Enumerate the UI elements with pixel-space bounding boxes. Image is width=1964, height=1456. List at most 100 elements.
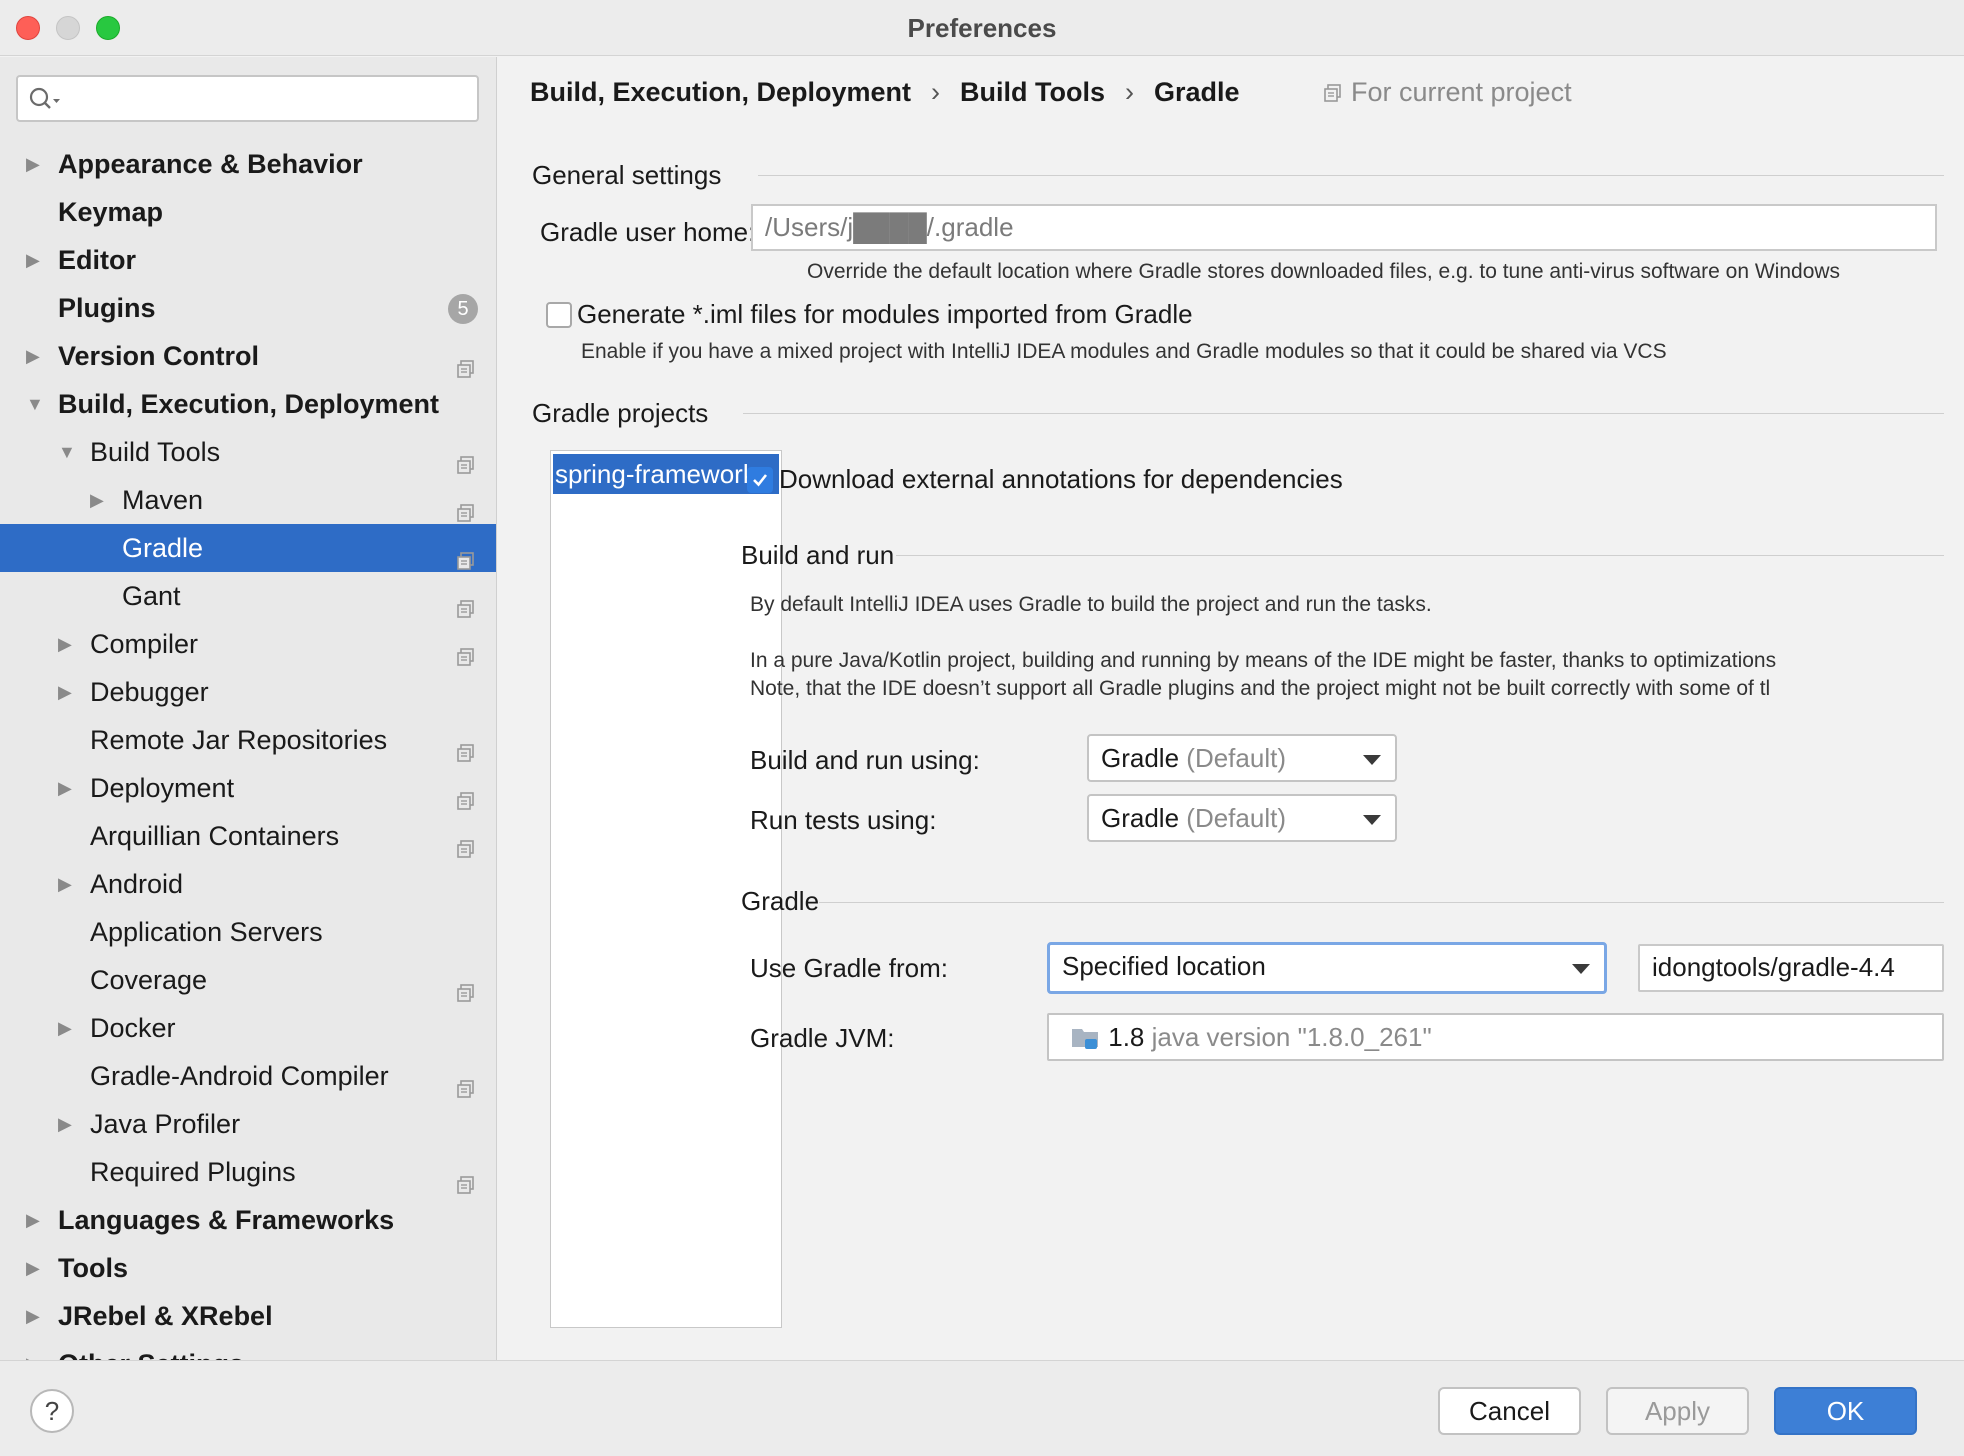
sidebar-item-languages-frameworks[interactable]: ▶ Languages & Frameworks [0, 1196, 496, 1244]
general-settings-title: General settings [532, 160, 722, 190]
build-run-using-label: Build and run using: [750, 745, 980, 775]
sidebar-item-jrebel-xrebel[interactable]: ▶ JRebel & XRebel [0, 1292, 496, 1340]
sidebar-item-debugger[interactable]: ▶ Debugger [0, 668, 496, 716]
settings-content: Build, Execution, Deployment › Build Tools… [498, 57, 1964, 1360]
expand-arrow-icon[interactable]: ▶ [58, 668, 78, 716]
project-scope-icon [456, 826, 476, 858]
sidebar-item-java-profiler[interactable]: ▶ Java Profiler [0, 1100, 496, 1148]
sidebar-item-remote-jar-repositories[interactable]: Remote Jar Repositories [0, 716, 496, 764]
sidebar-item-label: Coverage [90, 965, 208, 995]
gradle-jvm-detail: java version "1.8.0_261" [1151, 1022, 1432, 1052]
project-scope-icon [456, 586, 476, 618]
settings-search[interactable] [16, 75, 479, 122]
section-divider [743, 413, 1944, 414]
expand-arrow-icon[interactable]: ▶ [58, 1004, 78, 1052]
chevron-down-icon [1363, 815, 1381, 825]
build-run-using-default: (Default) [1186, 743, 1286, 773]
sidebar-item-label: Keymap [58, 197, 164, 227]
expand-arrow-icon[interactable]: ▶ [26, 1340, 46, 1360]
project-scope-icon [456, 634, 476, 666]
gradle-user-home-field[interactable]: /Users/j████/.gradle [751, 204, 1937, 251]
expand-arrow-icon[interactable]: ▶ [26, 140, 46, 188]
cancel-button[interactable]: Cancel [1438, 1387, 1581, 1435]
sidebar-item-gradle[interactable]: Gradle [0, 524, 496, 572]
sidebar-item-label: Android [90, 869, 184, 899]
sidebar-item-build-execution-deployment[interactable]: ▼ Build, Execution, Deployment [0, 380, 496, 428]
sidebar-item-label: Other Settings [58, 1340, 244, 1360]
download-annotations-label[interactable]: Download external annotations for depend… [779, 464, 1343, 495]
sidebar-item-appearance-behavior[interactable]: ▶ Appearance & Behavior [0, 140, 496, 188]
sidebar-item-label: Maven [122, 485, 204, 515]
breadcrumb-separator-icon: › [1125, 77, 1135, 107]
expand-arrow-icon[interactable]: ▶ [58, 860, 78, 908]
update-count-badge: 5 [448, 294, 478, 324]
sidebar-item-gant[interactable]: Gant [0, 572, 496, 620]
sidebar-item-version-control[interactable]: ▶ Version Control [0, 332, 496, 380]
expand-arrow-icon[interactable]: ▶ [26, 236, 46, 284]
apply-button[interactable]: Apply [1606, 1387, 1749, 1435]
breadcrumb-item[interactable]: Build, Execution, Deployment [530, 72, 911, 112]
sidebar-item-android[interactable]: ▶ Android [0, 860, 496, 908]
help-button[interactable]: ? [30, 1389, 74, 1433]
run-tests-using-value: Gradle [1101, 803, 1180, 833]
scope-label: For current project [1351, 77, 1572, 107]
generate-iml-label[interactable]: Generate *.iml files for modules importe… [577, 299, 1193, 330]
sidebar-item-plugins[interactable]: Plugins 5 [0, 284, 496, 332]
ok-button[interactable]: OK [1774, 1387, 1917, 1435]
sidebar-item-label: Appearance & Behavior [58, 149, 363, 179]
settings-sidebar: ▶ Appearance & Behavior Keymap ▶ Editor Plugi… [0, 57, 497, 1360]
sidebar-item-build-tools[interactable]: ▼ Build Tools [0, 428, 496, 476]
sidebar-item-compiler[interactable]: ▶ Compiler [0, 620, 496, 668]
gradle-location-field[interactable]: idongtools/gradle-4.4 [1638, 944, 1944, 992]
sidebar-item-tools[interactable]: ▶ Tools [0, 1244, 496, 1292]
sidebar-item-editor[interactable]: ▶ Editor [0, 236, 496, 284]
window-title: Preferences [907, 13, 1057, 43]
checkmark-icon [753, 474, 768, 487]
sidebar-item-other-settings[interactable]: ▶ Other Settings [0, 1340, 496, 1360]
collapse-arrow-icon[interactable]: ▼ [26, 380, 46, 428]
gradle-projects-title: Gradle projects [532, 398, 709, 428]
sidebar-item-coverage[interactable]: Coverage [0, 956, 496, 1004]
chevron-down-icon [1363, 755, 1381, 765]
expand-arrow-icon[interactable]: ▶ [26, 332, 46, 380]
collapse-arrow-icon[interactable]: ▼ [58, 428, 78, 476]
sidebar-item-label: Languages & Frameworks [58, 1205, 395, 1235]
download-annotations-checkbox[interactable] [747, 467, 773, 493]
sidebar-item-application-servers[interactable]: Application Servers [0, 908, 496, 956]
project-scope-icon [456, 778, 476, 810]
sidebar-item-deployment[interactable]: ▶ Deployment [0, 764, 496, 812]
expand-arrow-icon[interactable]: ▶ [58, 1100, 78, 1148]
expand-arrow-icon[interactable]: ▶ [58, 764, 78, 812]
generate-iml-checkbox[interactable] [546, 302, 572, 328]
sidebar-item-gradle-android-compiler[interactable]: Gradle-Android Compiler [0, 1052, 496, 1100]
sidebar-item-label: Application Servers [90, 917, 323, 947]
sidebar-item-label: Tools [58, 1253, 128, 1283]
sidebar-item-keymap[interactable]: Keymap [0, 188, 496, 236]
sidebar-item-docker[interactable]: ▶ Docker [0, 1004, 496, 1052]
expand-arrow-icon[interactable]: ▶ [58, 620, 78, 668]
breadcrumb-item[interactable]: Build Tools [960, 72, 1105, 112]
generate-iml-hint: Enable if you have a mixed project with … [581, 340, 1667, 363]
sidebar-item-required-plugins[interactable]: Required Plugins [0, 1148, 496, 1196]
use-gradle-from-label: Use Gradle from: [750, 953, 948, 983]
search-icon [29, 87, 60, 109]
build-run-using-select[interactable]: Gradle (Default) [1087, 734, 1397, 782]
jdk-folder-icon [1072, 1029, 1098, 1049]
run-tests-using-select[interactable]: Gradle (Default) [1087, 794, 1397, 842]
sidebar-item-maven[interactable]: ▶ Maven [0, 476, 496, 524]
project-scope-icon [456, 490, 476, 522]
expand-arrow-icon[interactable]: ▶ [90, 476, 110, 524]
sidebar-item-label: Java Profiler [90, 1109, 241, 1139]
sidebar-item-arquillian-containers[interactable]: Arquillian Containers [0, 812, 496, 860]
chevron-down-icon [1572, 964, 1590, 974]
project-scope-icon [456, 346, 476, 378]
gradle-project-item[interactable]: spring-framework [553, 454, 779, 494]
expand-arrow-icon[interactable]: ▶ [26, 1292, 46, 1340]
expand-arrow-icon[interactable]: ▶ [26, 1244, 46, 1292]
expand-arrow-icon[interactable]: ▶ [26, 1196, 46, 1244]
sidebar-item-label: Gradle [122, 533, 204, 563]
settings-search-input[interactable] [68, 83, 468, 115]
use-gradle-from-select[interactable]: Specified location [1047, 942, 1607, 994]
gradle-jvm-select[interactable]: 1.8 java version "1.8.0_261" [1047, 1013, 1944, 1061]
sidebar-item-label: Compiler [90, 629, 199, 659]
